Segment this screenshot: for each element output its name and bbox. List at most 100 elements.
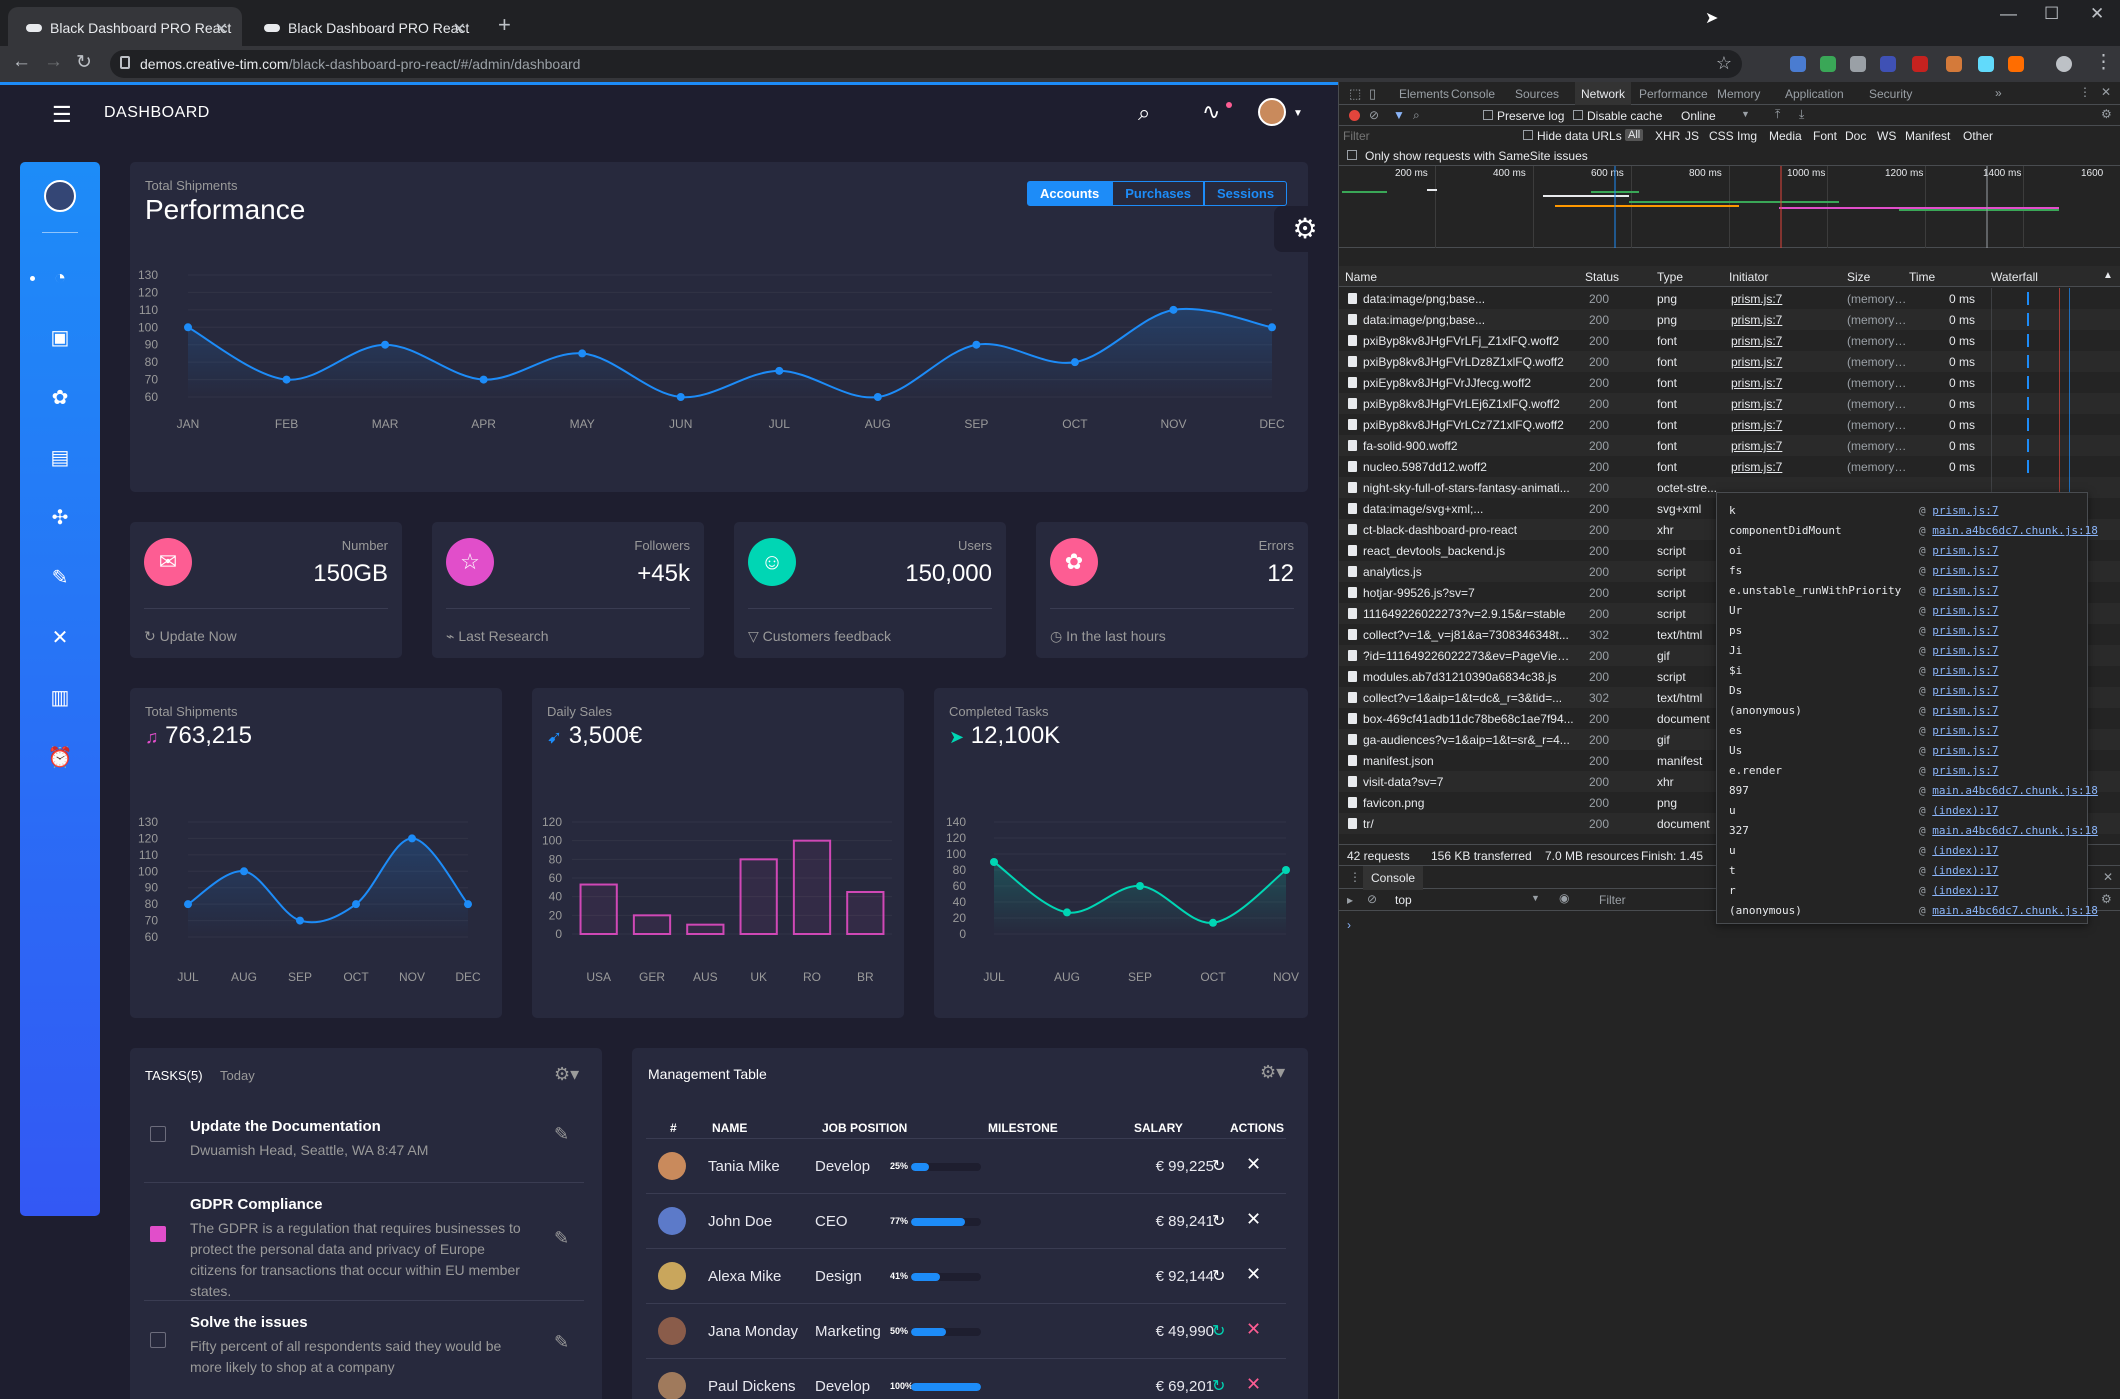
bar[interactable] — [686, 923, 725, 936]
record-icon[interactable] — [1349, 110, 1360, 121]
pencil-icon[interactable]: ✎ — [554, 1332, 569, 1353]
request-init[interactable]: prism.js:7 — [1731, 439, 1841, 453]
extension-icon[interactable] — [1880, 56, 1896, 72]
close-devtools-icon[interactable]: ✕ — [2101, 85, 2111, 99]
stack-link-text[interactable]: prism.js:7 — [1932, 624, 1998, 637]
delete-icon[interactable]: ✕ — [1246, 1209, 1261, 1230]
stat-footer[interactable]: ▽ Customers feedback — [748, 628, 891, 645]
stack-link-text[interactable]: main.a4bc6dc7.chunk.js:18 — [1932, 904, 2098, 917]
stack-link-text[interactable]: prism.js:7 — [1932, 544, 1998, 557]
bookmark-star-icon[interactable]: ☆ — [1716, 53, 1732, 74]
stat-footer[interactable]: ⌁ Last Research — [446, 628, 549, 645]
gear-dropdown-icon[interactable]: ⚙▾ — [1260, 1062, 1285, 1083]
stack-link[interactable]: @ prism.js:7 — [1919, 644, 1998, 657]
data-point[interactable] — [479, 375, 488, 384]
delete-icon[interactable]: ✕ — [1246, 1264, 1261, 1285]
task-checkbox[interactable] — [150, 1332, 166, 1348]
data-point[interactable] — [184, 323, 192, 332]
drawer-menu-icon[interactable]: ⋮ — [1349, 870, 1361, 884]
data-point[interactable] — [1136, 882, 1144, 890]
request-init[interactable]: prism.js:7 — [1731, 418, 1841, 432]
clear-console-icon[interactable]: ⊘ — [1367, 892, 1377, 906]
data-point[interactable] — [990, 858, 998, 866]
type-filter-font[interactable]: Font — [1813, 129, 1837, 143]
devtools-menu-icon[interactable]: ⋮ — [2079, 85, 2091, 99]
accounts-button[interactable]: Accounts — [1027, 181, 1113, 206]
stack-link[interactable]: @ prism.js:7 — [1919, 764, 1998, 777]
tab-security[interactable]: Security — [1869, 87, 1912, 101]
gear-dropdown-icon[interactable]: ⚙▾ — [554, 1064, 579, 1085]
stack-link[interactable]: @ prism.js:7 — [1919, 564, 1998, 577]
request-row[interactable]: pxiByp8kv8JHgFVrLCz7Z1xlFQ.woff2 200 font p… — [1339, 414, 2120, 435]
extension-icon[interactable] — [1820, 56, 1836, 72]
tab-elements[interactable]: Elements — [1399, 87, 1449, 101]
browser-tab-2[interactable]: Black Dashboard PRO React ✕ — [246, 7, 480, 46]
data-point[interactable] — [1268, 323, 1276, 332]
request-init[interactable]: prism.js:7 — [1731, 355, 1841, 369]
export-icon[interactable]: ⤓ — [1799, 107, 1804, 122]
samesite-checkbox[interactable] — [1347, 150, 1357, 160]
close-drawer-icon[interactable]: ✕ — [2103, 870, 2113, 884]
stack-link[interactable]: @ prism.js:7 — [1919, 664, 1998, 677]
stack-link-text[interactable]: prism.js:7 — [1932, 584, 1998, 597]
stack-link-text[interactable]: prism.js:7 — [1932, 704, 1998, 717]
hide-data-urls-checkbox[interactable] — [1523, 130, 1533, 140]
stack-link[interactable]: @ main.a4bc6dc7.chunk.js:18 — [1919, 904, 2098, 917]
data-point[interactable] — [1282, 866, 1290, 874]
close-window-icon[interactable]: ✕ — [2090, 4, 2104, 24]
stack-link-text[interactable]: prism.js:7 — [1932, 764, 1998, 777]
data-point[interactable] — [1169, 305, 1178, 314]
column-header[interactable]: Status — [1585, 270, 1619, 284]
pdf-extension-icon[interactable] — [1912, 56, 1928, 72]
pin-icon[interactable]: ✎ — [46, 564, 74, 592]
data-point[interactable] — [464, 900, 472, 909]
context-select[interactable]: top — [1395, 893, 1412, 907]
stack-link-text[interactable]: prism.js:7 — [1932, 604, 1998, 617]
tools-icon[interactable]: ✕ — [46, 624, 74, 652]
type-filter-media[interactable]: Media — [1769, 129, 1802, 143]
request-init[interactable]: prism.js:7 — [1731, 460, 1841, 474]
close-tab-icon[interactable]: ✕ — [215, 19, 228, 39]
column-header[interactable]: Time — [1909, 270, 1935, 284]
clipboard-icon[interactable]: ▤ — [46, 444, 74, 472]
react-logo-icon[interactable] — [44, 180, 76, 212]
purchases-button[interactable]: Purchases — [1112, 181, 1204, 206]
delete-icon[interactable]: ✕ — [1246, 1154, 1261, 1175]
request-row[interactable]: pxiEyp8kv8JHgFVrJJfecg.woff2 200 font prism… — [1339, 372, 2120, 393]
stack-link[interactable]: @ (index):17 — [1919, 884, 1998, 897]
data-point[interactable] — [1209, 918, 1217, 927]
data-point[interactable] — [775, 366, 784, 375]
data-point[interactable] — [352, 900, 360, 909]
forward-icon[interactable]: → — [44, 51, 63, 73]
eye-icon[interactable]: ◉ — [1559, 891, 1569, 905]
new-tab-icon[interactable]: + — [498, 12, 511, 38]
request-row[interactable]: pxiByp8kv8JHgFVrLFj_Z1xlFQ.woff2 200 font p… — [1339, 330, 2120, 351]
pencil-icon[interactable]: ✎ — [554, 1228, 569, 1249]
data-point[interactable] — [873, 393, 882, 401]
stack-link[interactable]: @ prism.js:7 — [1919, 604, 1998, 617]
request-row[interactable]: data:image/png;base... 200 png prism.js:7 (m… — [1339, 288, 2120, 309]
request-row[interactable]: fa-solid-900.woff2 200 font prism.js:7 (memo… — [1339, 435, 2120, 456]
stack-link-text[interactable]: prism.js:7 — [1932, 684, 1998, 697]
filter-icon[interactable]: ▼ — [1393, 108, 1405, 122]
data-point[interactable] — [676, 393, 685, 401]
refresh-icon[interactable]: ↻ — [1212, 1321, 1225, 1341]
column-header[interactable]: Initiator — [1729, 270, 1768, 284]
type-filter-manifest[interactable]: Manifest — [1905, 129, 1950, 143]
data-point[interactable] — [240, 867, 248, 876]
stack-link[interactable]: @ prism.js:7 — [1919, 544, 1998, 557]
type-filter-img[interactable]: Img — [1737, 129, 1757, 143]
bar[interactable] — [846, 891, 885, 935]
type-filter-css[interactable]: CSS — [1709, 129, 1734, 143]
browser-tab-1[interactable]: Black Dashboard PRO React ✕ — [8, 7, 242, 46]
stack-link-text[interactable]: prism.js:7 — [1932, 664, 1998, 677]
notifications-icon[interactable]: ∿ — [1202, 99, 1220, 125]
chart-pie-icon[interactable]: ◔ — [46, 264, 74, 292]
request-row[interactable]: pxiByp8kv8JHgFVrLEj6Z1xlFQ.woff2 200 font p… — [1339, 393, 2120, 414]
data-point[interactable] — [282, 375, 291, 384]
import-icon[interactable]: ⤒ — [1775, 107, 1780, 122]
delete-icon[interactable]: ✕ — [1246, 1374, 1261, 1395]
address-bar[interactable]: demos.creative-tim.com/black-dashboard-p… — [110, 50, 1742, 78]
refresh-icon[interactable]: ↻ — [1212, 1211, 1225, 1231]
bar[interactable] — [632, 914, 672, 935]
